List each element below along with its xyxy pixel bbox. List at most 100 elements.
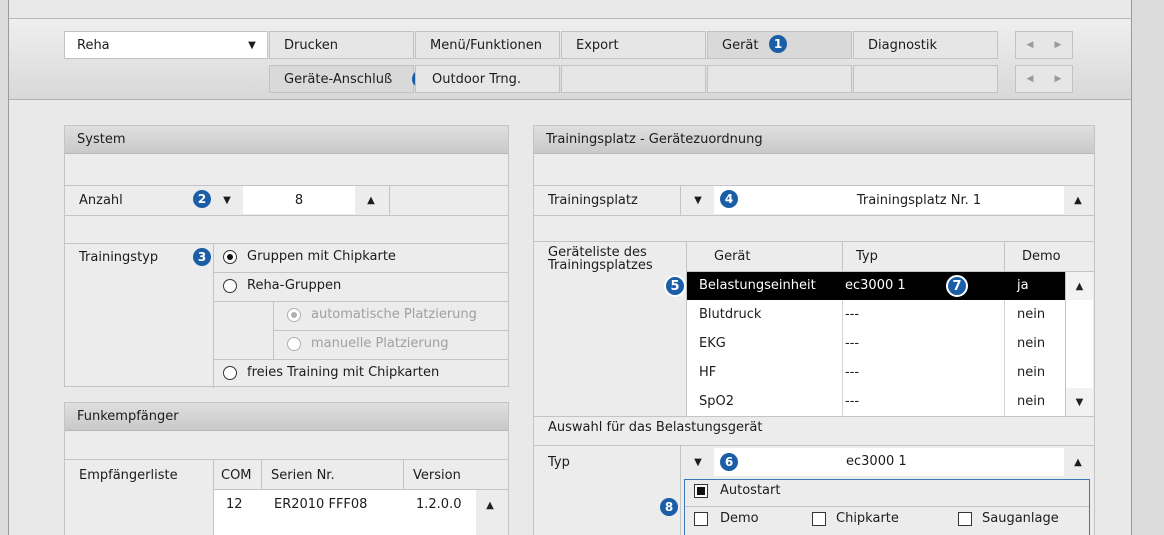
chevron-up-icon[interactable]: ▲ [357,186,385,214]
badge-5: 5 [664,275,686,297]
col-serien: Serien Nr. [271,468,335,483]
cell-demo: nein [1017,365,1046,380]
scroll-left-icon[interactable]: ◀ [1027,40,1034,50]
module-select[interactable]: Reha ▼ [64,31,268,59]
chevron-up-icon[interactable]: ▲ [1064,448,1092,476]
demo-checkbox[interactable] [694,512,708,526]
table-row-selected[interactable]: Belastungseinheit ec3000 1 ja [687,272,1065,300]
cell-geraet: Belastungseinheit [699,278,816,293]
submenu-empty-2 [707,65,852,93]
radio-gruppen-chipkarte[interactable] [223,250,237,264]
autostart-label: Autostart [720,483,781,498]
badge-8: 8 [660,498,678,516]
submenu-empty-3 [853,65,998,93]
chevron-down-icon[interactable]: ▼ [684,448,712,476]
top-menu-bar: Reha ▼ Drucken Menü/Funktionen Export Ge… [9,18,1131,100]
cell-serien: ER2010 FFF08 [274,497,368,512]
submenu-outdoor[interactable]: Outdoor Trng. [415,65,560,93]
cell-demo: ja [1017,278,1029,293]
col-demo: Demo [1022,249,1061,264]
belastung-title: Auswahl für das Belastungsgerät [548,420,763,435]
radio-automatische-platzierung-label: automatische Platzierung [311,307,477,322]
submenu-outdoor-label: Outdoor Trng. [432,71,521,87]
trainingsplatz-select[interactable]: Trainingsplatz Nr. 1 [714,186,1064,214]
anzahl-stepper[interactable]: ▼ 8 ▲ [213,186,389,214]
menu-funktionen-label: Menü/Funktionen [430,37,542,53]
trainingsplatz-value: Trainingsplatz Nr. 1 [856,192,982,208]
table-scrollbar[interactable]: ▲ ▼ [1065,272,1093,416]
radio-automatische-platzierung[interactable] [287,308,301,322]
table-row[interactable]: EKG --- nein [687,330,1065,358]
trainingsplatz-title: Trainingsplatz - Gerätezuordnung [546,132,763,147]
chipkarte-label: Chipkarte [836,511,899,526]
radio-freies-training[interactable] [223,366,237,380]
menu-funktionen[interactable]: Menü/Funktionen [415,31,560,59]
system-panel-header: System [65,126,508,154]
chevron-down-icon[interactable]: ▼ [213,186,241,214]
funk-panel: Funkempfänger Empfängerliste COM Serien … [64,402,509,535]
system-title: System [77,132,126,147]
radio-manuelle-platzierung[interactable] [287,337,301,351]
cell-demo: nein [1017,394,1046,409]
funk-title: Funkempfänger [77,409,179,424]
submenu-geraete-anschluss-label: Geräte-Anschluß [284,71,393,87]
col-com: COM [221,468,252,483]
badge-7: 7 [946,275,968,297]
table-row[interactable]: 12 ER2010 FFF08 1.2.0.0 [214,490,476,520]
table-row[interactable]: SpO2 --- nein [687,388,1065,416]
scroll-right-icon[interactable]: ▶ [1055,74,1062,84]
cell-geraet: Blutdruck [699,307,762,322]
cell-typ: --- [845,394,860,409]
scroll-right-icon[interactable]: ▶ [1055,40,1062,50]
empfaengerliste-label: Empfängerliste [79,468,178,483]
cell-geraet: SpO2 [699,394,735,409]
scroll-down-icon[interactable]: ▼ [1066,388,1093,416]
sauganlage-label: Sauganlage [982,511,1059,526]
module-select-value: Reha [77,37,110,53]
cell-typ: --- [845,365,860,380]
menu-export[interactable]: Export [561,31,706,59]
table-row[interactable]: Blutdruck --- nein [687,301,1065,329]
radio-reha-gruppen-label: Reha-Gruppen [247,278,342,293]
anzahl-label: Anzahl [79,193,123,208]
cell-geraet: HF [699,365,717,380]
trainingsplatz-panel: Trainingsplatz - Gerätezuordnung Trainin… [533,125,1095,535]
col-version: Version [413,468,461,483]
radio-freies-training-label: freies Training mit Chipkarten [247,365,440,380]
scroll-left-icon[interactable]: ◀ [1027,74,1034,84]
typ-select[interactable]: ec3000 1 [714,448,1064,476]
menu-export-label: Export [576,37,619,53]
cell-version: 1.2.0.0 [416,497,462,512]
menu-drucken-label: Drucken [284,37,339,53]
chevron-down-icon: ▼ [248,39,256,51]
table-row[interactable]: HF --- nein [687,359,1065,387]
anzahl-value[interactable]: 8 [243,186,355,214]
chevron-down-icon[interactable]: ▼ [684,186,712,214]
trainingstyp-label: Trainingstyp [79,250,159,265]
menu-diagnostik[interactable]: Diagnostik [853,31,998,59]
chevron-up-icon[interactable]: ▲ [1064,186,1092,214]
submenu-geraete-anschluss[interactable]: Geräte-Anschluß [269,65,414,93]
funk-panel-header: Funkempfänger [65,403,508,431]
cell-typ: --- [845,307,860,322]
sauganlage-checkbox[interactable] [958,512,972,526]
autostart-checkbox[interactable] [694,484,708,498]
chipkarte-checkbox[interactable] [812,512,826,526]
radio-reha-gruppen[interactable] [223,279,237,293]
menu-row2-scroller[interactable]: ◀ ▶ [1015,65,1073,93]
cell-geraet: EKG [699,336,726,351]
typ-label: Typ [548,455,570,470]
trainingsplatz-label: Trainingsplatz [548,193,638,208]
scroll-up-icon[interactable]: ▲ [476,490,504,520]
cell-demo: nein [1017,307,1046,322]
geraeteliste-label: Geräteliste des Trainingsplatzes [548,245,653,273]
scroll-up-icon[interactable]: ▲ [1066,272,1093,300]
menu-drucken[interactable]: Drucken [269,31,414,59]
badge-2: 2 [193,190,211,208]
app-window: Reha ▼ Drucken Menü/Funktionen Export Ge… [8,0,1132,535]
system-panel: System Anzahl 2 ▼ 8 ▲ Trainingstyp 3 Gru… [64,125,509,388]
cell-com: 12 [226,497,243,512]
cell-typ: ec3000 1 [845,278,906,293]
menu-row1-scroller[interactable]: ◀ ▶ [1015,31,1073,59]
badge-6: 6 [720,453,738,471]
